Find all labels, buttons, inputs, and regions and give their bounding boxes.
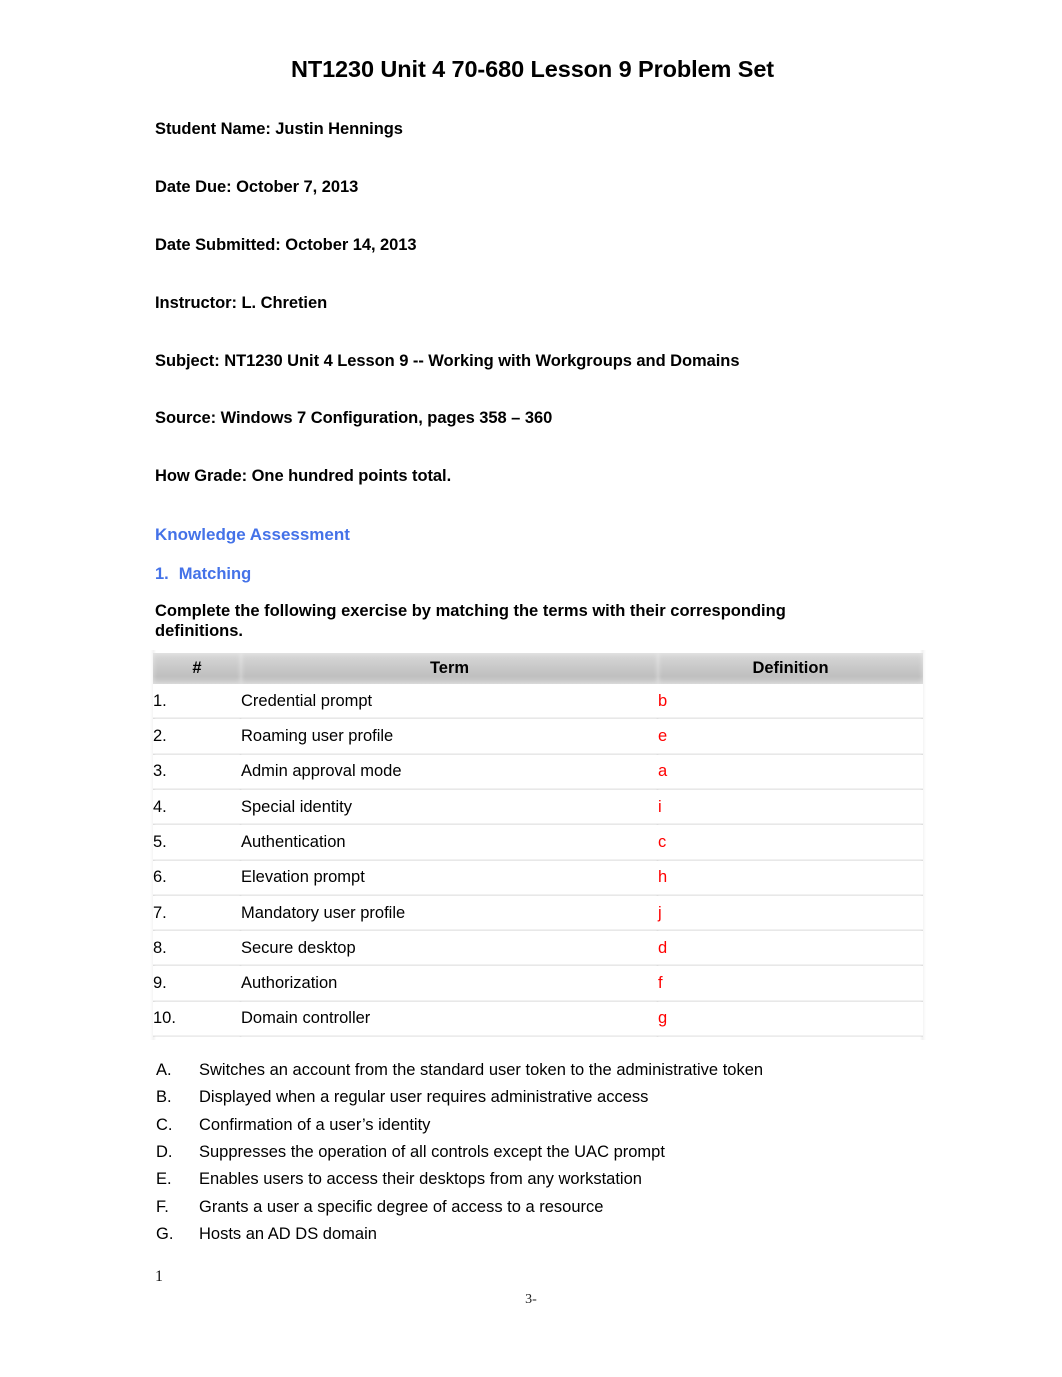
definition-text: Confirmation of a user’s identity bbox=[199, 1115, 431, 1134]
row-term: Secure desktop bbox=[241, 930, 658, 967]
list-item: B. Displayed when a regular user requires… bbox=[155, 1088, 910, 1108]
table-row: 3. Admin approval mode a bbox=[153, 754, 923, 790]
row-answer[interactable]: j bbox=[658, 895, 923, 932]
row-term: Roaming user profile bbox=[241, 718, 658, 755]
list-item: C. Confirmation of a user’s identity bbox=[155, 1116, 910, 1136]
document-content: NT1230 Unit 4 70-680 Lesson 9 Problem Se… bbox=[150, 55, 926, 1252]
row-number: 8. bbox=[153, 930, 241, 967]
definition-text: Suppresses the operation of all controls… bbox=[199, 1142, 665, 1161]
row-number: 9. bbox=[153, 965, 241, 1002]
definition-letter: E. bbox=[156, 1170, 172, 1189]
row-term: Elevation prompt bbox=[241, 860, 658, 896]
meta-subject: Subject: NT1230 Unit 4 Lesson 9 -- Worki… bbox=[155, 351, 740, 370]
meta-instructor: Instructor: L. Chretien bbox=[155, 293, 328, 312]
definition-list: A. Switches an account from the standard … bbox=[155, 1061, 910, 1245]
footer-page-number-left: 1 bbox=[155, 1268, 163, 1285]
row-answer[interactable]: b bbox=[658, 684, 923, 720]
list-item: D. Suppresses the operation of all contro… bbox=[155, 1143, 910, 1163]
matching-table: # Term Definition 1. Credential prompt b… bbox=[153, 653, 923, 1038]
table-row: 9. Authorization f bbox=[153, 965, 923, 1002]
row-term: Admin approval mode bbox=[241, 754, 658, 790]
row-answer[interactable]: d bbox=[658, 930, 923, 967]
subsection-heading-matching: 1. Matching bbox=[155, 565, 910, 585]
row-number: 5. bbox=[153, 824, 241, 861]
row-term: Credential prompt bbox=[241, 684, 658, 720]
definition-letter: F. bbox=[156, 1197, 169, 1216]
row-term: Special identity bbox=[241, 789, 658, 826]
row-number: 4. bbox=[153, 789, 241, 826]
row-answer[interactable]: i bbox=[658, 789, 923, 826]
list-item: G. Hosts an AD DS domain bbox=[155, 1225, 910, 1245]
definition-letter: B. bbox=[156, 1088, 172, 1107]
section-heading-knowledge-assessment: Knowledge Assessment bbox=[155, 524, 350, 544]
meta-source: Source: Windows 7 Configuration, pages 3… bbox=[155, 409, 553, 428]
row-term: Mandatory user profile bbox=[241, 895, 658, 932]
list-item: E. Enables users to access their desktops… bbox=[155, 1170, 910, 1190]
row-answer[interactable]: c bbox=[658, 824, 923, 861]
meta-student-name: Student Name: Justin Hennings bbox=[155, 120, 403, 139]
instruction-text: Complete the following exercise by match… bbox=[155, 602, 786, 640]
column-header-definition: Definition bbox=[658, 653, 923, 685]
row-answer[interactable]: h bbox=[658, 860, 923, 896]
column-header-term: Term bbox=[241, 653, 658, 685]
row-term: Authentication bbox=[241, 824, 658, 861]
table-header-row: # Term Definition bbox=[153, 653, 923, 685]
row-number: 2. bbox=[153, 718, 241, 755]
definition-text: Enables users to access their desktops f… bbox=[199, 1170, 642, 1189]
meta-date-submitted: Date Submitted: October 14, 2013 bbox=[155, 235, 417, 254]
definition-letter: G. bbox=[156, 1224, 174, 1243]
meta-date-due: Date Due: October 7, 2013 bbox=[155, 178, 359, 197]
row-number: 3. bbox=[153, 754, 241, 790]
matching-table-body: 1. Credential prompt b 2. Roaming user p… bbox=[153, 684, 923, 1038]
definition-text: Switches an account from the standard us… bbox=[199, 1061, 764, 1080]
row-answer[interactable]: e bbox=[658, 718, 923, 755]
table-row: 7. Mandatory user profile j bbox=[153, 895, 923, 932]
definition-letter: C. bbox=[156, 1115, 173, 1134]
row-number: 10. bbox=[153, 1001, 241, 1038]
table-row: 4. Special identity i bbox=[153, 789, 923, 826]
row-number: 1. bbox=[153, 684, 241, 720]
definition-text: Grants a user a specific degree of acces… bbox=[199, 1197, 604, 1216]
table-row: 2. Roaming user profile e bbox=[153, 718, 923, 755]
definition-letter: D. bbox=[156, 1142, 173, 1161]
list-item: F. Grants a user a specific degree of acc… bbox=[155, 1198, 910, 1218]
row-answer[interactable]: f bbox=[658, 965, 923, 1002]
page-title: NT1230 Unit 4 70-680 Lesson 9 Problem Se… bbox=[290, 56, 775, 82]
definition-letter: A. bbox=[156, 1061, 172, 1080]
row-term: Authorization bbox=[241, 965, 658, 1002]
row-number: 6. bbox=[153, 860, 241, 896]
table-row: 8. Secure desktop d bbox=[153, 930, 923, 967]
subsection-number: 1. bbox=[155, 565, 169, 584]
row-term: Domain controller bbox=[241, 1001, 658, 1038]
table-row: 6. Elevation prompt h bbox=[153, 860, 923, 896]
definition-text: Hosts an AD DS domain bbox=[199, 1224, 377, 1243]
matching-table-wrapper: # Term Definition 1. Credential prompt b… bbox=[150, 650, 926, 1041]
list-item: A. Switches an account from the standard … bbox=[155, 1061, 910, 1081]
meta-how-graded: How Grade: One hundred points total. bbox=[155, 467, 452, 486]
row-answer[interactable]: a bbox=[658, 754, 923, 790]
footer-page-number-center: 3- bbox=[525, 1292, 537, 1307]
table-row: 5. Authentication c bbox=[153, 824, 923, 861]
subsection-label: Matching bbox=[178, 565, 252, 584]
document-page: NT1230 Unit 4 70-680 Lesson 9 Problem Se… bbox=[0, 0, 1062, 1377]
row-answer[interactable]: g bbox=[658, 1001, 923, 1038]
table-row: 1. Credential prompt b bbox=[153, 684, 923, 720]
column-header-number: # bbox=[153, 653, 241, 685]
definition-text: Displayed when a regular user requires a… bbox=[199, 1088, 649, 1107]
table-row: 10. Domain controller g bbox=[153, 1001, 923, 1038]
row-number: 7. bbox=[153, 895, 241, 932]
